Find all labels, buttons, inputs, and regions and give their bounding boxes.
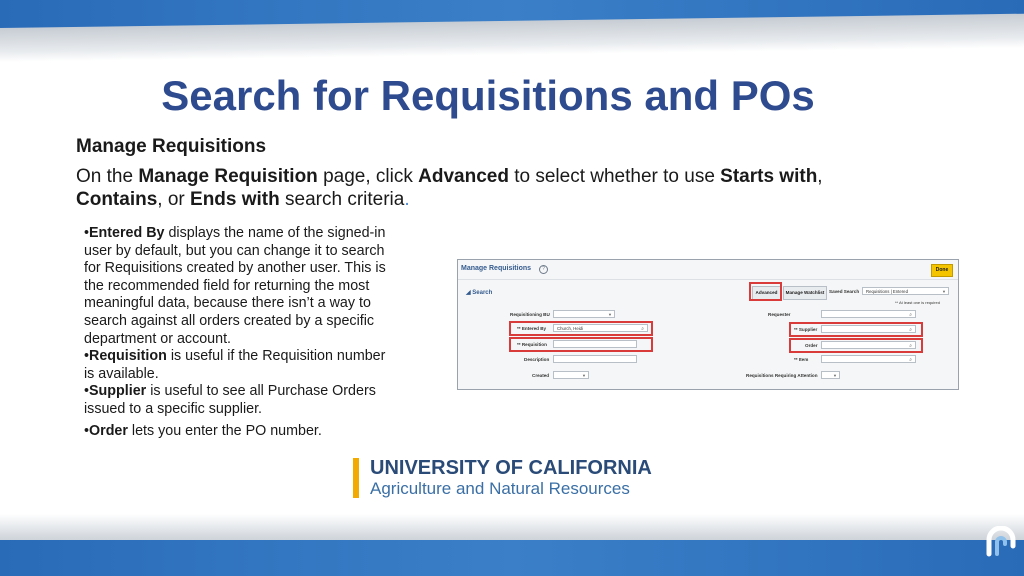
slide-title: Search for Requisitions and POs [161, 72, 815, 119]
saved-search-select[interactable]: Requisitions | Entered ▼ [862, 287, 949, 295]
bullet-bold: Entered By [89, 225, 165, 241]
bullet-item: •Entered By displays the name of the sig… [84, 225, 394, 348]
uc-anr-logo: UNIVERSITY OF CALIFORNIA Agriculture and… [353, 457, 673, 499]
search-label: Search [472, 290, 493, 296]
logo-gold-bar [353, 458, 359, 498]
search-section-label: ◢ Search [466, 290, 493, 296]
requisitioning-bu-label: Requisitioning BU [510, 312, 550, 317]
intro-text: search criteria [279, 189, 405, 210]
required-marker: ** [794, 357, 798, 362]
logo-line-1: UNIVERSITY OF CALIFORNIA [370, 457, 652, 479]
intro-bold-starts-with: Starts with [720, 166, 818, 187]
intro-bold-contains: Contains [76, 189, 158, 210]
intro-text: to select whether to use [508, 166, 721, 187]
intro-bold-ends-with: Ends with [190, 189, 280, 210]
entered-by-label: ** Entered By [517, 326, 546, 331]
created-select[interactable]: ▼ [553, 371, 589, 379]
search-icon: ⌕ [909, 343, 912, 349]
bullet-item: •Order lets you enter the PO number. [84, 423, 394, 441]
intro-paragraph: On the Manage Requisition page, click Ad… [76, 165, 956, 211]
chevron-down-icon: ▼ [582, 373, 586, 378]
bottom-blue-stripe [0, 540, 1024, 576]
description-label: Description [524, 357, 550, 362]
bullet-bold: Requisition [89, 348, 167, 365]
manage-watchlist-button[interactable]: Manage Watchlist [783, 286, 827, 300]
entered-by-input[interactable]: Church, Heidi ⌕ [553, 324, 648, 332]
intro-text: page, click [317, 166, 419, 187]
entered-by-label-text: Entered By [521, 326, 547, 331]
intro-bold-advanced: Advanced [418, 166, 509, 187]
top-decorative-band [0, 0, 1024, 62]
saved-search-value: Requisitions | Entered [866, 289, 908, 294]
done-button[interactable]: Done [931, 264, 953, 277]
entered-by-value: Church, Heidi [557, 326, 584, 331]
corner-logo-icon [986, 526, 1016, 557]
slide-subheading: Manage Requisitions [76, 136, 267, 157]
requisition-label: ** Requisition [517, 342, 547, 347]
bullet-item: •Requisition is useful if the Requisitio… [84, 348, 394, 383]
intro-text: On the [76, 166, 139, 187]
item-input[interactable]: ⌕ [821, 355, 916, 363]
divider [458, 279, 958, 280]
bottom-decorative-band [0, 514, 1024, 576]
attention-select[interactable]: ▼ [821, 371, 840, 379]
intro-text: , [817, 166, 823, 187]
order-label: Order [805, 343, 818, 348]
requester-input[interactable]: ⌕ [821, 310, 916, 318]
supplier-label: ** Supplier [794, 327, 817, 332]
chevron-down-icon: ▼ [833, 373, 837, 378]
requester-label: Requester [768, 312, 791, 317]
manage-requisitions-screenshot: Manage Requisitions ? Done ◢ Search Adva… [457, 259, 959, 390]
bullet-text: lets you enter the PO number. [127, 422, 322, 439]
description-input[interactable] [553, 355, 637, 363]
required-marker: ** [517, 342, 521, 347]
supplier-input[interactable]: ⌕ [821, 325, 916, 333]
supplier-label-text: Supplier [798, 327, 818, 332]
bullet-bold: Supplier [89, 383, 147, 400]
required-marker: ** [517, 326, 521, 331]
search-icon: ⌕ [909, 327, 912, 333]
help-icon: ? [539, 265, 548, 274]
intro-text: , or [157, 189, 191, 210]
item-label-text: Item [798, 357, 809, 362]
requisition-label-text: Requisition [521, 342, 547, 347]
attention-label: Requisitions Requiring Attention [746, 373, 818, 378]
saved-search-label: Saved Search [829, 289, 860, 294]
bullet-bold: Order [89, 422, 128, 439]
order-input[interactable]: ⌕ [821, 341, 916, 349]
search-icon: ⌕ [641, 326, 644, 332]
search-icon: ⌕ [909, 357, 912, 363]
item-label: ** Item [794, 357, 808, 362]
intro-period: . [404, 189, 410, 210]
search-icon: ⌕ [909, 312, 912, 318]
required-note: ** At least one is required [895, 300, 940, 305]
required-marker: ** [794, 327, 798, 332]
screenshot-header: Manage Requisitions [461, 265, 532, 272]
bullet-list: •Entered By displays the name of the sig… [84, 225, 394, 440]
requisition-input[interactable] [553, 340, 637, 348]
intro-bold-manage-requisition: Manage Requisition [138, 166, 318, 187]
bullet-item: •Supplier is useful to see all Purchase … [84, 383, 394, 418]
logo-line-2: Agriculture and Natural Resources [370, 479, 630, 498]
requisitioning-bu-select[interactable]: ▼ [553, 310, 615, 318]
advanced-highlight [749, 282, 782, 301]
chevron-down-icon: ▼ [942, 289, 946, 294]
chevron-down-icon: ▼ [608, 312, 612, 317]
bullet-text: displays the name of the signed-in user … [84, 225, 386, 347]
created-label: Created [532, 373, 550, 378]
